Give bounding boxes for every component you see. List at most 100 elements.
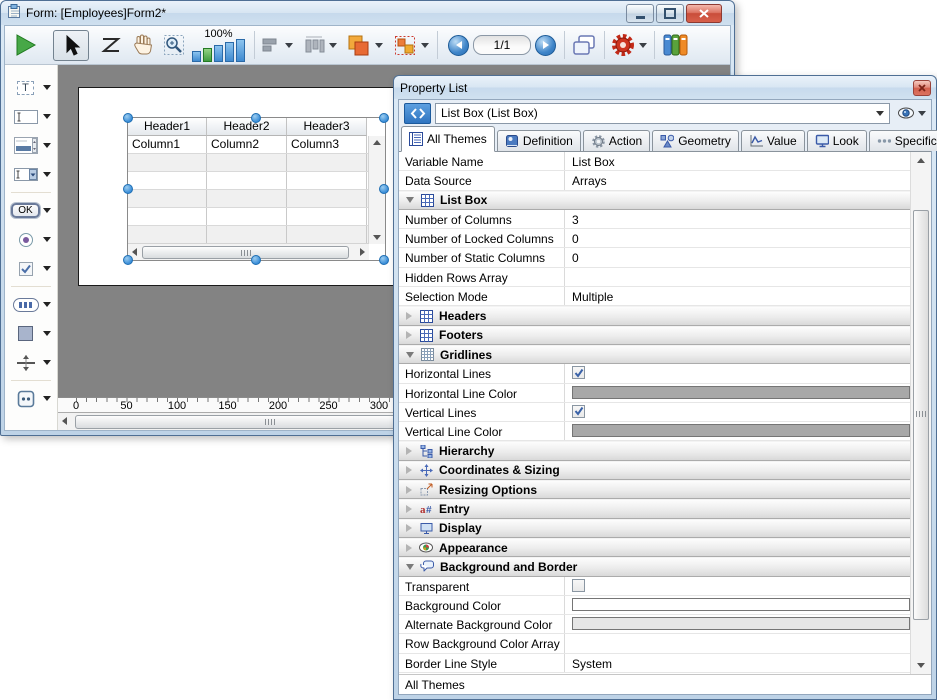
scroll-down-icon[interactable] [373,235,381,240]
scroll-left-icon[interactable] [132,248,137,256]
expand-icon[interactable] [406,312,412,320]
property-value[interactable] [565,384,911,402]
property-value[interactable] [565,403,911,421]
property-value[interactable] [565,364,911,382]
property-value[interactable] [565,268,911,286]
align-menu-button[interactable] [260,34,282,56]
listbox-scroll-thumb[interactable] [142,246,349,259]
tab-action[interactable]: Action [583,130,650,151]
section-gridlines[interactable]: Gridlines [399,345,911,364]
splitter-tool-menu-arrow[interactable] [43,360,51,365]
color-swatch[interactable] [572,424,910,437]
rectangle-tool-menu-arrow[interactable] [43,331,51,336]
listbox-object[interactable]: Header1Header2Header3 Column1Column2Colu… [127,117,386,261]
splitter-tool[interactable] [7,348,55,377]
tab-value[interactable]: Value [741,130,805,151]
expand-icon[interactable] [406,447,412,455]
listbox-header-cell[interactable]: Header1 [128,118,207,136]
section-hierarchy[interactable]: Hierarchy [399,441,911,460]
section-entry[interactable]: a#Entry [399,499,911,518]
expand-icon[interactable] [406,466,412,474]
distribute-menu-arrow[interactable] [329,43,337,48]
collapse-icon[interactable] [406,197,414,203]
object-library-button[interactable] [660,32,690,58]
tab-geometry[interactable]: Geometry [652,130,739,151]
layer-menu-button[interactable] [346,33,372,57]
property-scroll-thumb[interactable] [913,210,929,620]
property-row-transparent[interactable]: Transparent [399,577,911,596]
next-page-button[interactable] [535,35,556,56]
zoom-bars[interactable] [192,40,245,62]
input-tool-menu-arrow[interactable] [43,114,51,119]
radio-button-tool[interactable] [7,225,55,254]
layer-menu-arrow[interactable] [375,43,383,48]
collapse-icon[interactable] [406,352,414,358]
selection-handle[interactable] [123,255,133,265]
selection-handle[interactable] [379,184,389,194]
close-button[interactable] [686,4,722,23]
expand-icon[interactable] [406,331,412,339]
scroll-up-icon[interactable] [373,140,381,145]
actions-menu-button[interactable] [610,32,636,58]
property-value[interactable]: Arrays [565,171,911,189]
property-value[interactable]: 0 [565,248,911,266]
selection-handle[interactable] [123,184,133,194]
maximize-button[interactable] [656,4,684,23]
property-row-selection-mode[interactable]: Selection ModeMultiple [399,287,911,306]
property-value[interactable]: 0 [565,229,911,247]
section-footers[interactable]: Footers [399,326,911,345]
property-value[interactable] [565,596,911,614]
property-value[interactable] [565,634,911,652]
checkbox-unchecked[interactable] [572,579,585,592]
button-grid-tool-menu-arrow[interactable] [43,302,51,307]
group-menu-button[interactable] [392,33,418,57]
tab-all-themes[interactable]: All Themes [401,126,495,152]
input-tool[interactable] [7,102,55,131]
property-row-number-of-columns[interactable]: Number of Columns3 [399,210,911,229]
property-row-data-source[interactable]: Data SourceArrays [399,171,911,190]
checkbox-checked[interactable] [572,405,585,418]
group-box-tool-menu-arrow[interactable] [43,143,51,148]
combo-box-tool[interactable] [7,160,55,189]
run-form-button[interactable] [13,33,37,57]
listbox-header-cell[interactable]: Header3 [287,118,367,136]
property-value[interactable] [565,422,911,440]
collapse-icon[interactable] [406,564,414,570]
zoom-level-control[interactable]: 100% [192,29,245,62]
scroll-right-icon[interactable] [360,248,365,256]
zoom-tool-button[interactable] [162,33,186,57]
section-coordinates-sizing[interactable]: Coordinates & Sizing [399,461,911,480]
selection-handle[interactable] [251,255,261,265]
align-menu-arrow[interactable] [285,43,293,48]
property-value[interactable] [565,577,911,595]
checkbox-tool-menu-arrow[interactable] [43,266,51,271]
object-navigate-button[interactable] [404,103,431,124]
button-grid-tool[interactable] [7,290,55,319]
property-row-number-of-locked-columns[interactable]: Number of Locked Columns0 [399,229,911,248]
property-scrollbar[interactable] [910,152,931,674]
view-options-button[interactable] [897,106,926,120]
expand-icon[interactable] [406,486,412,494]
property-row-number-of-static-columns[interactable]: Number of Static Columns0 [399,248,911,267]
object-selector-dropdown[interactable]: List Box (List Box) [435,103,890,124]
button-tool[interactable]: OK [7,196,55,225]
previous-page-button[interactable] [448,35,469,56]
tab-specific[interactable]: Specific [869,130,937,151]
section-appearance[interactable]: Appearance [399,538,911,557]
form-window-titlebar[interactable]: Form: [Employees]Form2* [1,1,734,25]
property-value[interactable]: System [565,654,911,672]
pan-tool-button[interactable] [131,33,155,57]
checkbox-checked[interactable] [572,366,585,379]
listbox-header-cell[interactable]: Header2 [207,118,287,136]
listbox-horizontal-scrollbar[interactable] [128,243,369,260]
property-row-horizontal-line-color[interactable]: Horizontal Line Color [399,384,911,403]
scroll-up-icon[interactable] [917,158,925,163]
property-row-row-background-color-array[interactable]: Row Background Color Array [399,634,911,653]
selection-handle[interactable] [379,113,389,123]
actions-menu-arrow[interactable] [639,43,647,48]
property-value[interactable]: 3 [565,210,911,228]
expand-icon[interactable] [406,524,412,532]
selection-handle[interactable] [379,255,389,265]
property-row-alternate-background-color[interactable]: Alternate Background Color [399,615,911,634]
property-list-close-button[interactable] [913,80,931,96]
